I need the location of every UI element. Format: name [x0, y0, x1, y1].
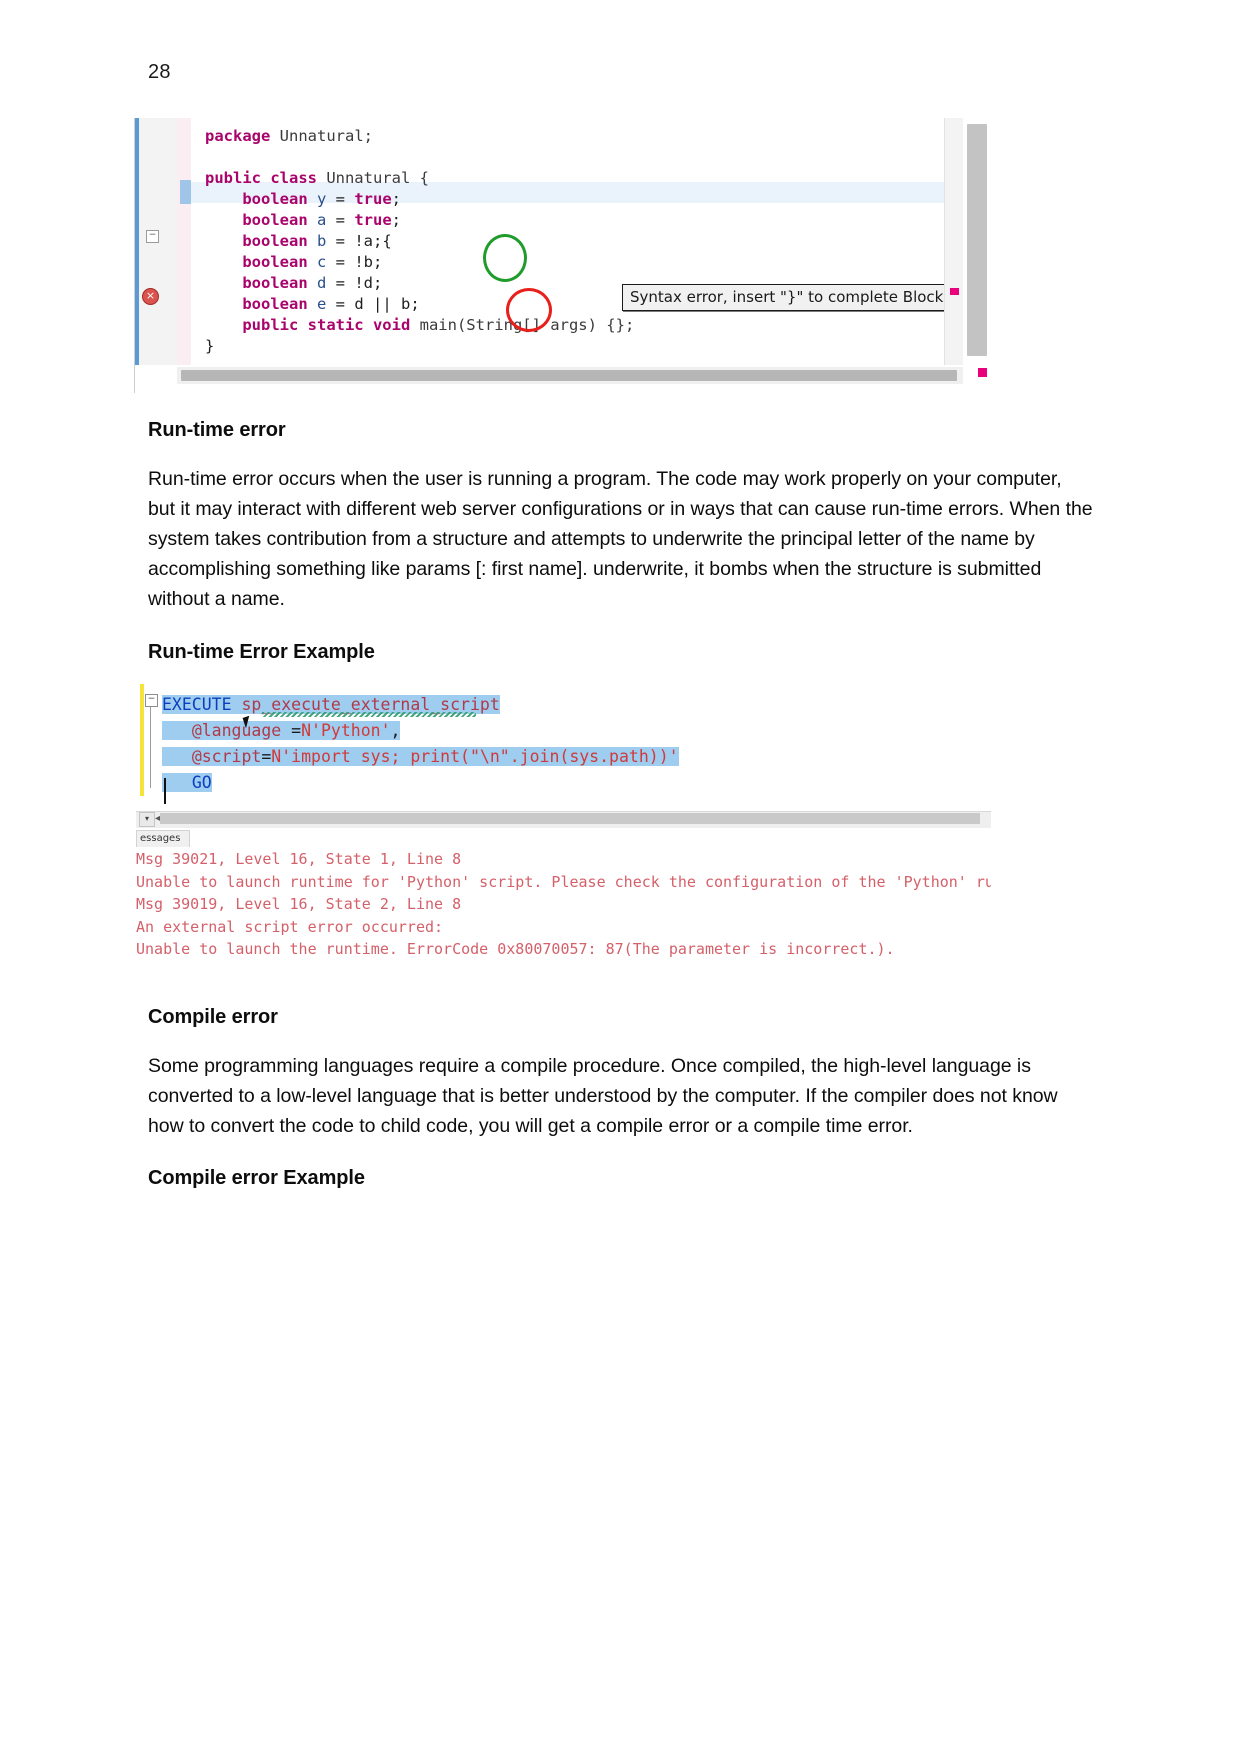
text-caret	[164, 778, 166, 804]
message-line: Msg 39021, Level 16, State 1, Line 8	[136, 850, 462, 868]
heading-compile-error: Compile error	[148, 1006, 278, 1028]
heading-run-time-error: Run-time error	[148, 419, 286, 441]
message-line: Unable to launch the runtime. ErrorCode …	[136, 940, 895, 958]
sql-code-line: @script=N'import sys; print("\n".join(sy…	[162, 744, 679, 770]
scroll-left-arrow-icon[interactable]: ◂	[155, 813, 160, 824]
paragraph-compile-error: Some programming languages require a com…	[148, 1055, 1058, 1137]
code-line: boolean c = !b;	[242, 253, 383, 271]
java-compile-error-screenshot: × − package Unnatural; public class Unnat…	[134, 118, 989, 393]
sql-messages-output: Msg 39021, Level 16, State 1, Line 8 Unab…	[136, 848, 991, 970]
editor-overview-ruler	[944, 118, 963, 365]
sql-code-line: @language =N'Python',	[162, 718, 679, 744]
sql-code-line: GO	[162, 770, 679, 796]
code-line: boolean b = !a;{	[242, 232, 392, 250]
sql-source-code: EXECUTE sp_execute_external_script @lang…	[162, 692, 679, 796]
sql-runtime-error-screenshot: − EXECUTE sp_execute_external_script @la…	[136, 680, 991, 970]
java-source-code: package Unnatural; public class Unnatural…	[205, 126, 634, 357]
green-circle-annotation	[483, 234, 527, 282]
overview-error-marker	[950, 288, 959, 295]
horizontal-scrollbar-thumb[interactable]	[181, 370, 957, 381]
sql-horizontal-scrollbar-thumb[interactable]	[160, 813, 980, 824]
scroll-spinner-icon[interactable]: ▾	[139, 812, 155, 827]
message-line: Unable to launch runtime for 'Python' sc…	[136, 872, 991, 891]
editor-annotation-ruler	[177, 118, 191, 365]
red-circle-annotation	[506, 288, 552, 332]
code-line: boolean d = !d;	[242, 274, 383, 292]
page-content: 28 × − package Unnatural; public class Un…	[134, 60, 1093, 1190]
messages-tab[interactable]: essages	[136, 830, 191, 847]
spelling-squiggle-underline	[262, 712, 476, 717]
code-line: public static void main(String[] args) {…	[242, 316, 635, 334]
code-fold-collapse-icon[interactable]: −	[146, 230, 159, 243]
code-line: }	[205, 337, 215, 355]
editor-vertical-scrollbar[interactable]	[963, 118, 989, 365]
document-page: 28 × − package Unnatural; public class Un…	[0, 0, 1241, 1754]
paragraph-run-time-error: Run-time error occurs when the user is r…	[148, 468, 1093, 610]
error-marker-icon[interactable]: ×	[142, 288, 159, 305]
code-line: boolean e = d || b;	[242, 295, 420, 313]
code-line: package Unnatural;	[205, 127, 373, 145]
unsaved-change-bar	[140, 684, 144, 796]
heading-compile-error-example: Compile error Example	[148, 1167, 365, 1189]
sql-editor-pane[interactable]: − EXECUTE sp_execute_external_script @la…	[136, 680, 991, 808]
code-line: boolean a = true;	[242, 211, 401, 229]
page-number: 28	[148, 61, 171, 83]
message-line: An external script error occurred:	[136, 917, 444, 936]
code-line: public class Unnatural {	[205, 169, 429, 187]
code-fold-collapse-icon[interactable]: −	[145, 694, 158, 707]
overview-bottom-marker	[978, 368, 987, 377]
selection-block-marker	[180, 180, 191, 204]
syntax-error-tooltip: Syntax error, insert "}" to complete Blo…	[622, 284, 951, 311]
code-line: boolean y = true;	[242, 190, 401, 208]
vertical-scrollbar-thumb[interactable]	[967, 124, 987, 356]
heading-run-time-error-example: Run-time Error Example	[148, 641, 375, 663]
message-line: Msg 39019, Level 16, State 2, Line 8	[136, 895, 462, 913]
